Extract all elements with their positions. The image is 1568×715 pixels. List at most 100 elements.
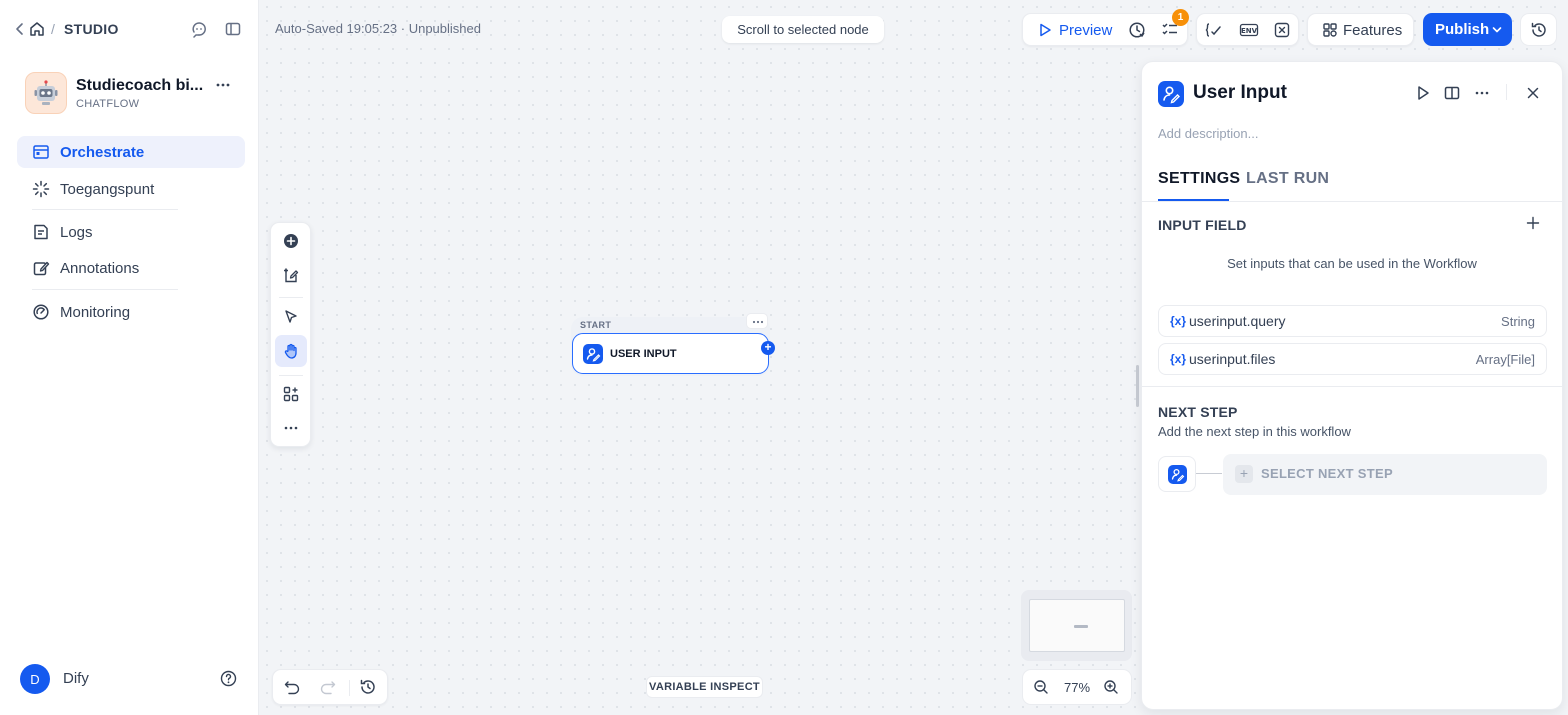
more-horizontal-icon[interactable]: [282, 419, 300, 437]
autosave-status: Auto-Saved 19:05:23 · Unpublished: [275, 21, 481, 36]
add-input-field-icon[interactable]: [1525, 215, 1541, 231]
variable-name: userinput.files: [1189, 351, 1276, 367]
nav-divider: [32, 209, 178, 210]
annotation-icon: [32, 259, 50, 277]
more-horizontal-icon[interactable]: [214, 76, 232, 94]
sidebar-item-monitoring[interactable]: Monitoring: [17, 296, 245, 328]
next-step-title: NEXT STEP: [1158, 404, 1238, 420]
organize-blocks-icon[interactable]: [282, 385, 300, 403]
tab-settings[interactable]: SETTINGS: [1158, 170, 1240, 188]
minimap-node: [1074, 625, 1088, 628]
hand-icon[interactable]: [282, 342, 300, 360]
scroll-to-selected-node-button[interactable]: Scroll to selected node: [722, 16, 884, 43]
select-next-step-button[interactable]: + SELECT NEXT STEP: [1223, 454, 1547, 495]
features-button[interactable]: Features: [1307, 13, 1414, 46]
variable-type: String: [1501, 314, 1535, 329]
chevron-down-icon: [1491, 24, 1503, 36]
help-icon[interactable]: [220, 670, 237, 687]
next-step-subtitle: Add the next step in this workflow: [1158, 424, 1351, 439]
zoom-level[interactable]: 77%: [1064, 680, 1090, 695]
sidebar-item-annotations[interactable]: Annotations: [17, 252, 245, 284]
node-more-button[interactable]: [746, 313, 768, 329]
variable-icon: {x}: [1170, 352, 1187, 366]
input-field-hint: Set inputs that can be used in the Workf…: [1227, 256, 1477, 271]
undo-icon[interactable]: [283, 678, 301, 696]
user-input-node[interactable]: USER INPUT: [572, 333, 769, 374]
add-next-node-button[interactable]: +: [761, 341, 775, 355]
breadcrumb-separator: /: [51, 21, 55, 37]
sidebar-item-label: Annotations: [60, 260, 140, 277]
user-input-icon: [583, 344, 603, 364]
sidebar-item-orchestrate[interactable]: Orchestrate: [17, 136, 245, 168]
env-icon[interactable]: ENV: [1239, 21, 1259, 39]
section-divider: [1142, 386, 1562, 387]
node-header-label: START: [580, 320, 612, 330]
zoom-in-icon[interactable]: [1103, 679, 1119, 695]
app-type: CHATFLOW: [76, 98, 140, 110]
tabs-border: [1142, 201, 1562, 202]
variable-row-query[interactable]: {x} userinput.query String: [1158, 305, 1547, 337]
undo-bar-divider: [349, 680, 350, 696]
variable-row-files[interactable]: {x} userinput.files Array[File]: [1158, 343, 1547, 375]
pointer-icon[interactable]: [282, 308, 300, 326]
logs-icon: [32, 223, 50, 241]
play-icon: [1038, 23, 1052, 37]
app-card[interactable]: Studiecoach bi... CHATFLOW: [25, 72, 245, 116]
node-settings-panel: User Input Add description... SETTINGS L…: [1141, 61, 1563, 710]
split-view-icon[interactable]: [1443, 84, 1461, 102]
add-note-icon[interactable]: [282, 266, 300, 284]
run-node-icon[interactable]: [1414, 84, 1432, 102]
conversation-variable-icon[interactable]: [1273, 21, 1291, 39]
sidebar-item-label: Logs: [60, 224, 93, 241]
current-node-block: [1158, 456, 1196, 492]
variable-inspect-button[interactable]: VARIABLE INSPECT: [646, 676, 763, 698]
redo-icon[interactable]: [319, 678, 337, 696]
publish-button[interactable]: Publish: [1423, 13, 1512, 46]
preview-button[interactable]: Preview: [1059, 22, 1112, 39]
tools-group: ENV: [1196, 13, 1299, 46]
sidebar: / STUDIO Studiecoach bi... CHATFLOW Orch…: [0, 0, 259, 715]
sidebar-item-logs[interactable]: Logs: [17, 216, 245, 248]
select-next-step-label: SELECT NEXT STEP: [1261, 466, 1393, 481]
run-history-icon[interactable]: [1128, 21, 1146, 39]
panel-header-divider: [1506, 84, 1507, 100]
grid-icon: [1322, 22, 1338, 38]
checklist-count-badge: 1: [1172, 9, 1189, 26]
connector-line: [1196, 473, 1222, 474]
toolbar-divider: [279, 297, 303, 298]
breadcrumb-studio[interactable]: STUDIO: [64, 21, 119, 37]
sidebar-item-toegangspunt[interactable]: Toegangspunt: [17, 173, 245, 205]
app-name: Studiecoach bi...: [76, 77, 204, 94]
variable-icon: {x}: [1170, 314, 1187, 328]
add-node-icon[interactable]: [282, 232, 300, 250]
undo-redo-bar: [272, 669, 388, 705]
minimap[interactable]: [1021, 590, 1132, 661]
zoom-out-icon[interactable]: [1033, 679, 1049, 695]
panel-title[interactable]: User Input: [1193, 82, 1287, 104]
panel-resize-handle[interactable]: [1136, 365, 1139, 407]
variable-type: Array[File]: [1475, 352, 1535, 367]
sparkle-icon: [32, 180, 50, 198]
edit-history-icon[interactable]: [359, 678, 377, 696]
orchestrate-icon: [32, 143, 50, 161]
sidebar-item-label: Orchestrate: [60, 144, 145, 161]
user-input-icon: [1168, 465, 1187, 484]
history-icon: [1530, 21, 1548, 39]
home-icon[interactable]: [28, 20, 46, 38]
sidebar-item-label: Monitoring: [60, 304, 131, 321]
description-input[interactable]: Add description...: [1158, 126, 1258, 141]
avatar[interactable]: D: [20, 664, 50, 694]
more-horizontal-icon[interactable]: [1473, 84, 1491, 102]
user-name[interactable]: Dify: [63, 670, 89, 687]
chevron-left-icon[interactable]: [13, 21, 27, 37]
minimap-viewport: [1029, 599, 1125, 652]
plus-icon: +: [1235, 465, 1253, 483]
close-icon[interactable]: [1524, 84, 1542, 102]
sidebar-item-label: Toegangspunt: [60, 181, 155, 198]
sidebar-toggle-icon[interactable]: [224, 20, 242, 38]
refresh-chat-icon[interactable]: [190, 20, 208, 38]
version-history-button[interactable]: [1520, 13, 1557, 46]
variable-check-icon[interactable]: [1205, 21, 1223, 39]
monitoring-icon: [32, 303, 50, 321]
tab-last-run[interactable]: LAST RUN: [1246, 170, 1329, 188]
